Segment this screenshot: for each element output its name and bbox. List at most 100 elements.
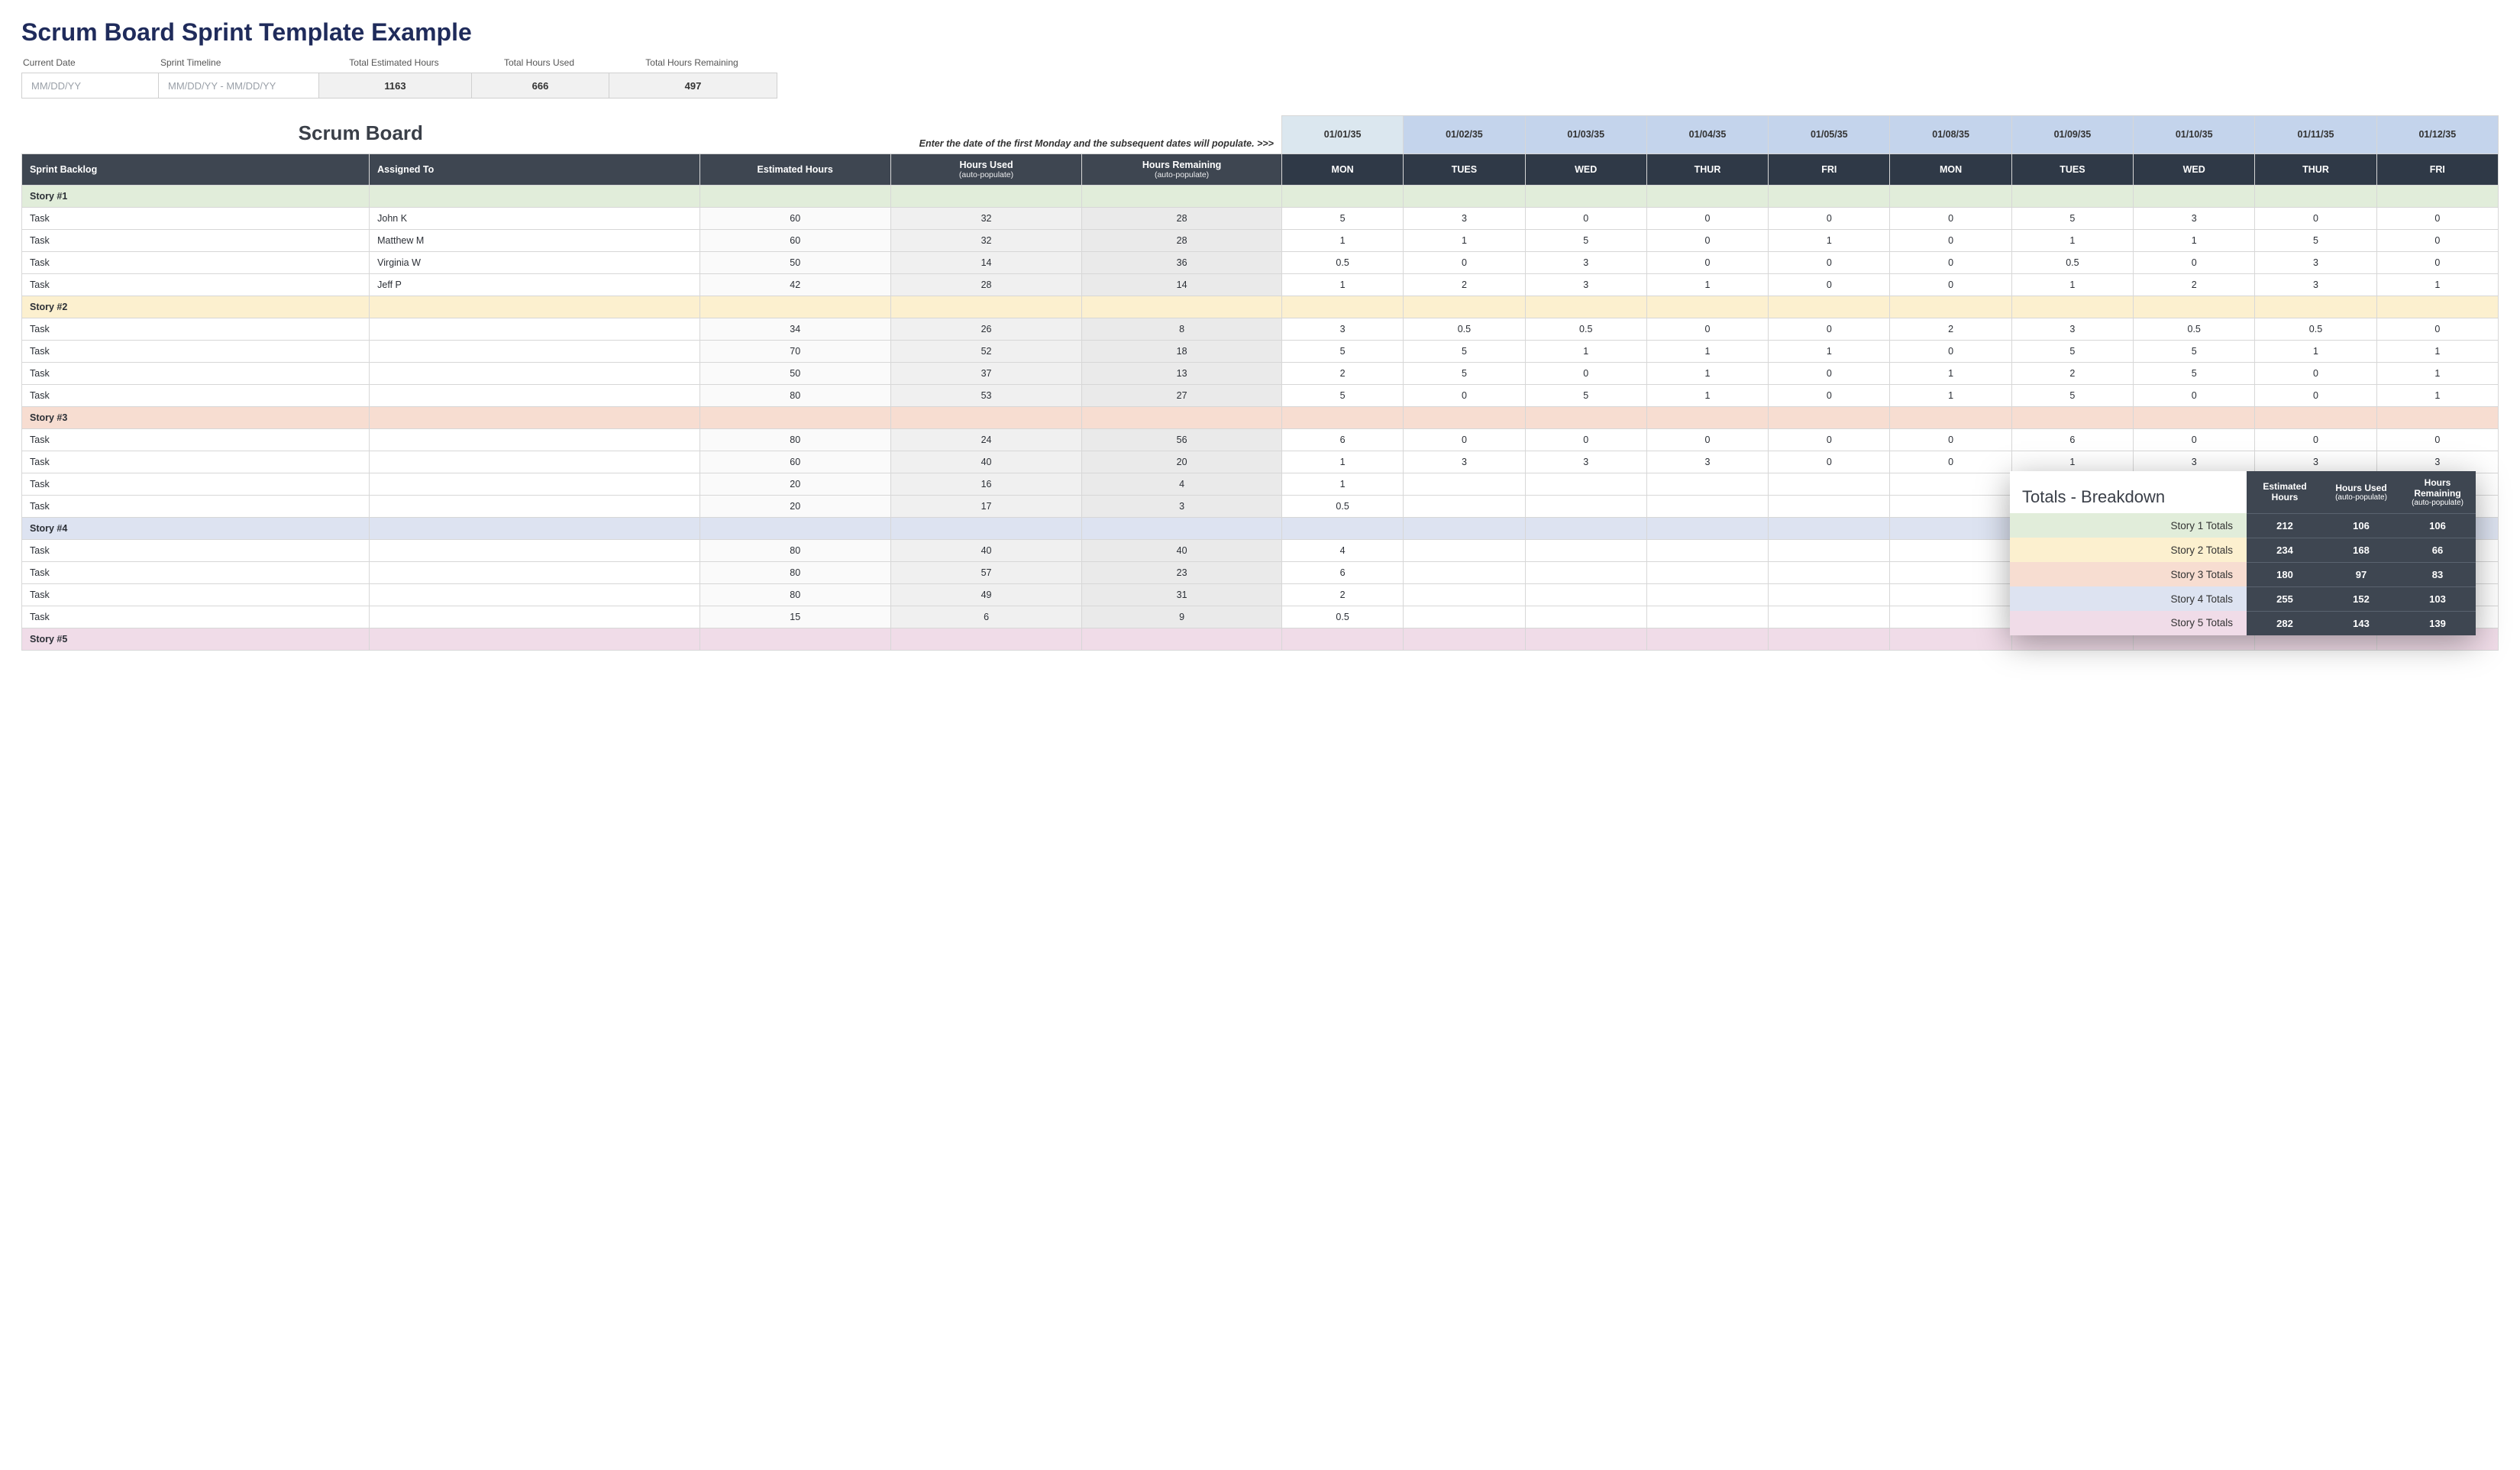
hours-cell[interactable]: 0 [2376,428,2498,451]
hours-cell[interactable] [1890,495,2011,517]
date-cell[interactable]: 01/01/35 [1281,116,1403,154]
hours-cell[interactable]: 0 [2376,207,2498,229]
hours-cell[interactable]: 1 [2376,273,2498,296]
hours-cell[interactable]: 1 [2376,362,2498,384]
hours-cell[interactable] [1769,495,1890,517]
assigned-cell[interactable] [370,384,699,406]
sprint-timeline-input[interactable]: MM/DD/YY - MM/DD/YY [159,73,319,99]
estimated-cell[interactable]: 60 [699,229,890,251]
hours-cell[interactable]: 6 [2011,428,2133,451]
hours-cell[interactable] [1646,495,1768,517]
task-name-cell[interactable]: Task [22,273,370,296]
current-date-input[interactable]: MM/DD/YY [21,73,159,99]
hours-cell[interactable]: 1 [1646,340,1768,362]
hours-cell[interactable] [1890,473,2011,495]
assigned-cell[interactable] [370,473,699,495]
hours-cell[interactable] [1646,606,1768,628]
estimated-cell[interactable]: 80 [699,583,890,606]
task-name-cell[interactable]: Task [22,583,370,606]
hours-cell[interactable]: 5 [2011,384,2133,406]
estimated-cell[interactable]: 80 [699,384,890,406]
assigned-cell[interactable]: Jeff P [370,273,699,296]
task-name-cell[interactable]: Task [22,495,370,517]
hours-cell[interactable]: 0.5 [1281,251,1403,273]
hours-cell[interactable]: 1 [2376,384,2498,406]
hours-cell[interactable]: 0 [1890,340,2011,362]
hours-cell[interactable]: 1 [1646,362,1768,384]
hours-cell[interactable]: 0 [1769,384,1890,406]
hours-cell[interactable]: 1 [1281,451,1403,473]
hours-cell[interactable]: 0 [1525,207,1646,229]
hours-cell[interactable] [1525,583,1646,606]
assigned-cell[interactable] [370,495,699,517]
hours-cell[interactable]: 3 [2134,451,2255,473]
hours-cell[interactable]: 3 [2255,251,2376,273]
task-name-cell[interactable]: Task [22,229,370,251]
hours-cell[interactable]: 5 [1404,340,1525,362]
hours-cell[interactable]: 1 [1646,384,1768,406]
hours-cell[interactable]: 0 [1890,251,2011,273]
hours-cell[interactable]: 1 [1281,229,1403,251]
hours-cell[interactable]: 0 [1769,318,1890,340]
assigned-cell[interactable] [370,451,699,473]
hours-cell[interactable]: 0 [1769,207,1890,229]
task-name-cell[interactable]: Task [22,451,370,473]
assigned-cell[interactable] [370,583,699,606]
assigned-cell[interactable] [370,539,699,561]
hours-cell[interactable] [1525,561,1646,583]
assigned-cell[interactable]: Virginia W [370,251,699,273]
hours-cell[interactable]: 3 [2376,451,2498,473]
hours-cell[interactable]: 0 [1525,428,1646,451]
hours-cell[interactable]: 0 [1404,384,1525,406]
estimated-cell[interactable]: 80 [699,561,890,583]
estimated-cell[interactable]: 20 [699,495,890,517]
estimated-cell[interactable]: 70 [699,340,890,362]
task-name-cell[interactable]: Task [22,384,370,406]
hours-cell[interactable]: 3 [2255,451,2376,473]
hours-cell[interactable]: 1 [1769,340,1890,362]
hours-cell[interactable]: 0 [2255,207,2376,229]
hours-cell[interactable]: 1 [1525,340,1646,362]
estimated-cell[interactable]: 34 [699,318,890,340]
hours-cell[interactable]: 0 [1890,428,2011,451]
hours-cell[interactable]: 0.5 [2011,251,2133,273]
task-name-cell[interactable]: Task [22,561,370,583]
hours-cell[interactable]: 0 [1404,428,1525,451]
hours-cell[interactable]: 1 [1646,273,1768,296]
hours-cell[interactable]: 1 [1890,362,2011,384]
hours-cell[interactable]: 3 [1525,273,1646,296]
estimated-cell[interactable]: 60 [699,451,890,473]
hours-cell[interactable] [1404,561,1525,583]
hours-cell[interactable]: 0 [1890,229,2011,251]
estimated-cell[interactable]: 15 [699,606,890,628]
hours-cell[interactable]: 5 [2011,340,2133,362]
hours-cell[interactable]: 0 [1890,451,2011,473]
hours-cell[interactable]: 0.5 [1281,606,1403,628]
hours-cell[interactable]: 0 [1646,318,1768,340]
assigned-cell[interactable] [370,428,699,451]
hours-cell[interactable]: 3 [1404,207,1525,229]
hours-cell[interactable]: 0 [1646,251,1768,273]
hours-cell[interactable] [1525,539,1646,561]
hours-cell[interactable]: 0 [2376,229,2498,251]
hours-cell[interactable]: 1 [1281,273,1403,296]
hours-cell[interactable]: 6 [1281,428,1403,451]
hours-cell[interactable]: 5 [2134,362,2255,384]
hours-cell[interactable]: 0 [1769,251,1890,273]
task-name-cell[interactable]: Task [22,251,370,273]
hours-cell[interactable]: 0 [1769,273,1890,296]
hours-cell[interactable]: 3 [2134,207,2255,229]
hours-cell[interactable]: 5 [1525,384,1646,406]
hours-cell[interactable]: 0 [2134,384,2255,406]
assigned-cell[interactable]: John K [370,207,699,229]
estimated-cell[interactable]: 50 [699,251,890,273]
hours-cell[interactable]: 2 [2011,362,2133,384]
estimated-cell[interactable]: 60 [699,207,890,229]
hours-cell[interactable]: 2 [2134,273,2255,296]
hours-cell[interactable]: 3 [1646,451,1768,473]
hours-cell[interactable] [1890,583,2011,606]
hours-cell[interactable]: 3 [2255,273,2376,296]
hours-cell[interactable] [1404,583,1525,606]
hours-cell[interactable]: 0.5 [1404,318,1525,340]
hours-cell[interactable]: 0 [1525,362,1646,384]
